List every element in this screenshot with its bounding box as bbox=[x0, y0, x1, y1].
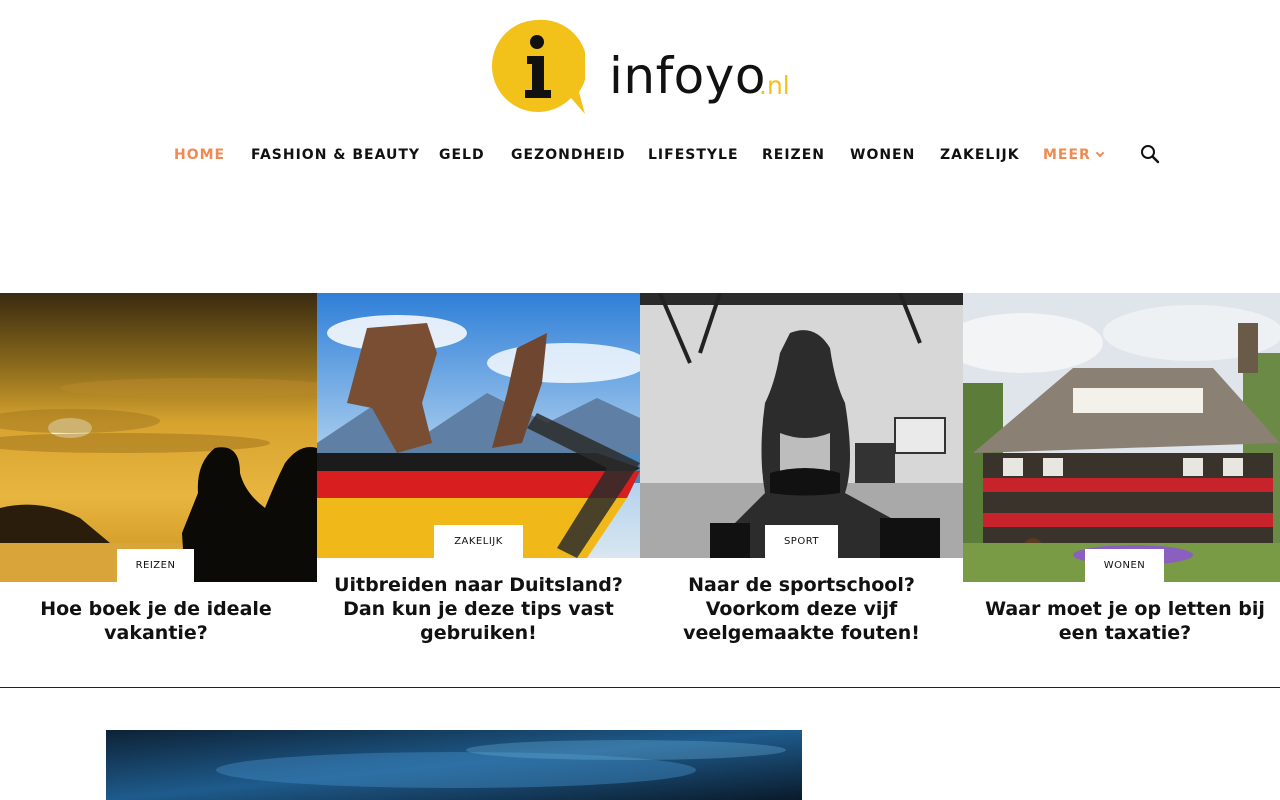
article-image-sunset[interactable] bbox=[0, 293, 317, 582]
logo-tld: .nl bbox=[759, 71, 790, 100]
main-nav: HOME FASHION & BEAUTY GELD GEZONDHEID LI… bbox=[0, 140, 1280, 170]
logo-wordmark: infoyo bbox=[609, 47, 766, 105]
article-title[interactable]: Hoe boek je de ideale vakantie? bbox=[18, 597, 294, 645]
section-divider bbox=[0, 687, 1280, 688]
nav-item-fashion-beauty[interactable]: FASHION & BEAUTY bbox=[251, 140, 420, 170]
article-image-farmhouse[interactable] bbox=[963, 293, 1280, 582]
nav-item-wonen[interactable]: WONEN bbox=[850, 140, 915, 170]
article-image-germany-sign[interactable] bbox=[317, 293, 640, 558]
article-image-gym[interactable] bbox=[640, 293, 963, 558]
article-title[interactable]: Waar moet je op letten bij een taxatie? bbox=[981, 597, 1269, 645]
article-title[interactable]: Naar de sportschool? Voorkom deze vijf v… bbox=[652, 573, 951, 645]
category-badge[interactable]: WONEN bbox=[1085, 549, 1164, 582]
nav-item-meer[interactable]: MEER bbox=[1043, 140, 1105, 170]
nav-item-reizen[interactable]: REIZEN bbox=[762, 140, 825, 170]
category-badge[interactable]: REIZEN bbox=[117, 549, 194, 582]
nav-item-home[interactable]: HOME bbox=[174, 140, 225, 170]
category-badge[interactable]: ZAKELIJK bbox=[434, 525, 523, 558]
search-icon[interactable] bbox=[1140, 144, 1160, 164]
article-title[interactable]: Uitbreiden naar Duitsland? Dan kun je de… bbox=[327, 573, 630, 645]
featured-article-image[interactable] bbox=[106, 730, 802, 800]
nav-item-lifestyle[interactable]: LIFESTYLE bbox=[648, 140, 739, 170]
category-badge[interactable]: SPORT bbox=[765, 525, 838, 558]
nav-item-gezondheid[interactable]: GEZONDHEID bbox=[511, 140, 626, 170]
nav-item-geld[interactable]: GELD bbox=[439, 140, 485, 170]
site-logo[interactable]: infoyo .nl bbox=[489, 18, 799, 118]
logo-info-icon bbox=[492, 19, 585, 114]
nav-item-meer-label: MEER bbox=[1043, 147, 1091, 163]
chevron-down-icon bbox=[1095, 148, 1105, 158]
nav-item-zakelijk[interactable]: ZAKELIJK bbox=[940, 140, 1020, 170]
